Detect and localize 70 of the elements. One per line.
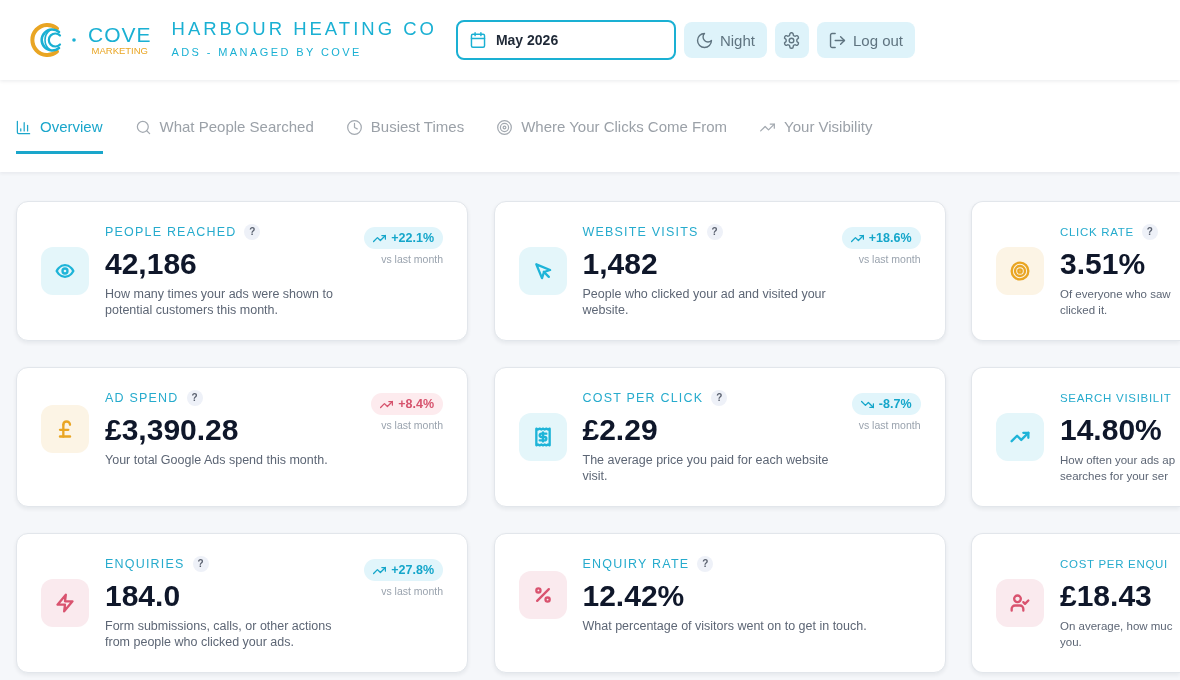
metric-title: ENQUIRY RATE xyxy=(582,556,690,573)
metric-title: SEARCH VISIBILIT xyxy=(1060,391,1172,406)
clock-icon xyxy=(346,119,362,135)
metric-value: 184.0 xyxy=(105,578,182,614)
percent-icon xyxy=(518,570,567,619)
logo-wordmark: COVE xyxy=(88,24,152,45)
metric-value: £3,390.28 xyxy=(105,412,240,448)
metric-description: People who clicked your ad and visited your website. xyxy=(582,286,827,318)
change-percent: +22.1% xyxy=(391,231,434,245)
night-mode-button[interactable]: Night xyxy=(683,22,767,58)
comparison-note: vs last month xyxy=(381,418,443,432)
metric-title: ENQUIRIES xyxy=(105,556,185,573)
calendar-icon xyxy=(469,32,486,48)
month-picker-field[interactable]: May 2026 xyxy=(455,20,676,60)
target-icon xyxy=(497,119,513,135)
help-hint[interactable]: ? xyxy=(706,224,723,240)
help-hint[interactable]: ? xyxy=(1141,224,1158,240)
eye-icon xyxy=(41,246,89,295)
metric-description: What percentage of visitors went on to get in touch. xyxy=(582,618,868,634)
metric-description: Form submissions, calls, or other actions from people who clicked your ads. xyxy=(105,618,333,650)
logo-tagline: MARKETING xyxy=(91,45,148,56)
metric-value: £18.43 xyxy=(1060,578,1153,614)
help-hint[interactable]: ? xyxy=(192,556,209,572)
tab[interactable]: Overview xyxy=(16,100,103,154)
metric-value: 14.80% xyxy=(1060,412,1163,448)
metric-description: Your total Google Ads spend this month. xyxy=(105,452,329,468)
comparison-note: vs last month xyxy=(858,418,921,432)
settings-button[interactable] xyxy=(774,22,809,58)
comparison-note: vs last month xyxy=(381,584,443,598)
metric-value: 12.42% xyxy=(582,578,686,614)
lightning-icon xyxy=(41,578,89,627)
metric-title: COST PER ENQUI xyxy=(1060,557,1168,572)
help-hint[interactable]: ? xyxy=(711,390,728,406)
metric-description: Of everyone who saw clicked it. xyxy=(1060,287,1172,318)
comparison-note: vs last month xyxy=(858,252,921,266)
pound-sign-icon xyxy=(41,404,89,453)
person-check-icon xyxy=(996,578,1044,627)
moon-icon xyxy=(695,31,713,49)
metric-value: 3.51% xyxy=(1060,246,1147,282)
change-percent: +8.4% xyxy=(398,397,434,411)
target-icon xyxy=(996,246,1044,295)
metric-title: CLICK RATE xyxy=(1060,225,1134,240)
metric-description: How many times your ads were shown to potential customers this month. xyxy=(105,286,334,318)
metric-value: 42,186 xyxy=(105,246,198,282)
metric-title: COST PER CLICK xyxy=(582,390,704,407)
metric-title: AD SPEND xyxy=(105,390,179,407)
comparison-note: vs last month xyxy=(381,252,443,266)
settings-icon xyxy=(783,31,801,49)
search-icon xyxy=(135,119,151,135)
help-hint[interactable]: ? xyxy=(697,556,714,572)
metric-value: £2.29 xyxy=(582,412,659,448)
metric-title: PEOPLE REACHED xyxy=(105,224,237,241)
change-percent: +27.8% xyxy=(391,563,434,577)
log-out-button[interactable]: Log out xyxy=(816,22,915,58)
client-subtitle: ADS - MANAGED BY COVE xyxy=(171,45,362,59)
metric-description: How often your ads ap searches for your ser xyxy=(1060,453,1177,484)
metric-title: WEBSITE VISITS xyxy=(582,224,699,241)
change-percent: -8.7% xyxy=(878,397,912,411)
receipt-dollar-icon xyxy=(518,412,567,461)
logo-icon xyxy=(28,22,78,58)
metric-description: The average price you paid for each website visit. xyxy=(582,452,830,484)
bar-chart-icon xyxy=(16,119,31,135)
client-name: HARBOUR HEATING CO xyxy=(171,17,437,40)
help-hint[interactable]: ? xyxy=(244,224,261,240)
trend-up-icon xyxy=(996,412,1044,461)
metric-description: On average, how muc you. xyxy=(1060,619,1174,650)
help-hint[interactable]: ? xyxy=(186,390,203,406)
logout-icon xyxy=(828,31,846,49)
metric-value: 1,482 xyxy=(582,246,659,282)
change-percent: +18.6% xyxy=(868,231,912,245)
